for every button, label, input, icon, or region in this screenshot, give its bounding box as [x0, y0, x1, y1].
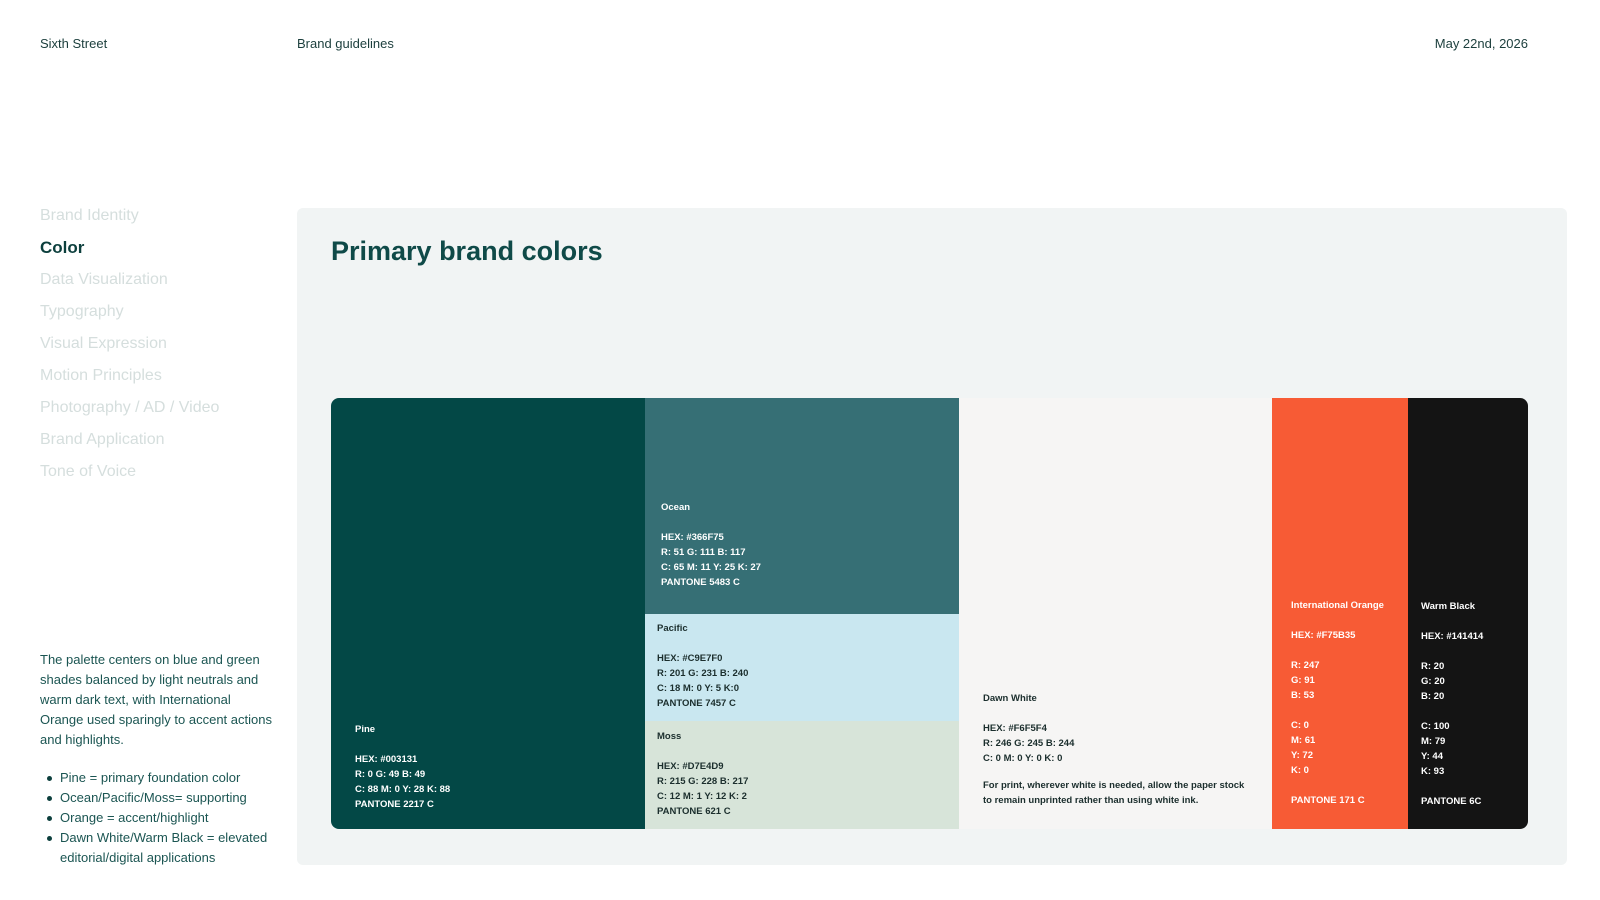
swatch-m: M: 79 [1421, 736, 1446, 747]
swatch-pantone: PANTONE 6C [1421, 796, 1482, 807]
list-item: Orange = accent/highlight [44, 808, 284, 828]
swatch-hex: HEX: #366F75 [661, 532, 724, 543]
nav-item-color[interactable]: Color [40, 232, 280, 264]
brand-name[interactable]: Sixth Street [40, 36, 107, 51]
swatch-ocean: Ocean HEX: #366F75 R: 51 G: 111 B: 117 C… [645, 398, 959, 614]
swatch-dawn-white-info: Dawn White HEX: #F6F5F4 R: 246 G: 245 B:… [983, 691, 1248, 808]
swatch-pine-info: Pine HEX: #003131 R: 0 G: 49 B: 49 C: 88… [355, 722, 450, 812]
list-item: Pine = primary foundation color [44, 768, 284, 788]
swatch-m: M: 61 [1291, 735, 1316, 746]
swatch-name: Moss [657, 731, 682, 742]
swatch-cmyk: C: 0 M: 0 Y: 0 K: 0 [983, 753, 1063, 764]
column-dawn-white: Dawn White HEX: #F6F5F4 R: 246 G: 245 B:… [959, 398, 1272, 829]
swatch-rgb: R: 201 G: 231 B: 240 [657, 668, 749, 679]
swatch-name: Ocean [661, 502, 691, 513]
swatch-hex: HEX: #003131 [355, 754, 418, 765]
swatch-pantone: PANTONE 7457 C [657, 698, 736, 709]
swatch-pantone: PANTONE 5483 C [661, 577, 740, 588]
swatch-y: Y: 44 [1421, 751, 1444, 762]
swatch-cmyk: C: 88 M: 0 Y: 28 K: 88 [355, 784, 451, 795]
swatch-pacific: Pacific HEX: #C9E7F0 R: 201 G: 231 B: 24… [645, 614, 959, 721]
swatch-warm-black-info: Warm Black HEX: #141414 R: 20 G: 20 B: 2… [1421, 599, 1483, 809]
swatch-y: Y: 72 [1291, 750, 1314, 761]
swatch-orange-info: International Orange HEX: #F75B35 R: 247… [1291, 598, 1384, 808]
swatch-name: Pacific [657, 623, 688, 634]
list-item: Ocean/Pacific/Moss= supporting [44, 788, 284, 808]
color-palette: Pine HEX: #003131 R: 0 G: 49 B: 49 C: 88… [331, 398, 1528, 829]
list-item: Dawn White/Warm Black = elevated editori… [44, 828, 284, 868]
swatch-k: K: 0 [1291, 765, 1309, 776]
swatch-hex: HEX: #F75B35 [1291, 630, 1356, 641]
swatch-c: C: 0 [1291, 720, 1309, 731]
column-pine: Pine HEX: #003131 R: 0 G: 49 B: 49 C: 88… [331, 398, 645, 829]
panel-title: Primary brand colors [331, 236, 603, 266]
swatch-hex: HEX: #141414 [1421, 631, 1484, 642]
palette-intro: The palette centers on blue and green sh… [40, 652, 272, 747]
nav-item-brand-identity[interactable]: Brand Identity [40, 200, 280, 232]
swatch-warm-black: Warm Black HEX: #141414 R: 20 G: 20 B: 2… [1408, 398, 1528, 829]
nav-item-photography[interactable]: Photography / AD / Video [40, 392, 280, 424]
nav-item-tone-of-voice[interactable]: Tone of Voice [40, 456, 280, 488]
swatch-ocean-info: Ocean HEX: #366F75 R: 51 G: 111 B: 117 C… [661, 500, 761, 590]
colors-panel: Primary brand colors Pine HEX: #003131 R… [297, 208, 1567, 865]
swatch-rgb: R: 246 G: 245 B: 244 [983, 738, 1075, 749]
swatch-pantone: PANTONE 171 C [1291, 795, 1365, 806]
nav-item-typography[interactable]: Typography [40, 296, 280, 328]
swatch-name: Dawn White [983, 693, 1037, 704]
palette-usage-list: Pine = primary foundation color Ocean/Pa… [44, 768, 284, 868]
column-supporting: Ocean HEX: #366F75 R: 51 G: 111 B: 117 C… [645, 398, 959, 829]
swatch-b: B: 53 [1291, 690, 1315, 701]
swatch-rgb: R: 51 G: 111 B: 117 [661, 547, 746, 558]
column-warm-black: Warm Black HEX: #141414 R: 20 G: 20 B: 2… [1408, 398, 1528, 829]
swatch-hex: HEX: #F6F5F4 [983, 723, 1047, 734]
swatch-international-orange: International Orange HEX: #F75B35 R: 247… [1272, 398, 1408, 829]
swatch-pantone: PANTONE 621 C [657, 806, 731, 817]
swatch-pacific-info: Pacific HEX: #C9E7F0 R: 201 G: 231 B: 24… [657, 621, 748, 711]
swatch-cmyk: C: 65 M: 11 Y: 25 K: 27 [661, 562, 761, 573]
swatch-b: B: 20 [1421, 691, 1445, 702]
swatch-g: G: 20 [1421, 676, 1445, 687]
swatch-g: G: 91 [1291, 675, 1315, 686]
swatch-rgb: R: 215 G: 228 B: 217 [657, 776, 749, 787]
nav-item-data-visualization[interactable]: Data Visualization [40, 264, 280, 296]
column-international-orange: International Orange HEX: #F75B35 R: 247… [1272, 398, 1408, 829]
swatch-r: R: 247 [1291, 660, 1320, 671]
sidebar-nav: Brand Identity Color Data Visualization … [40, 200, 280, 488]
swatch-hex: HEX: #D7E4D9 [657, 761, 724, 772]
print-note: For print, wherever white is needed, all… [983, 780, 1245, 806]
swatch-k: K: 93 [1421, 766, 1445, 777]
nav-item-brand-application[interactable]: Brand Application [40, 424, 280, 456]
swatch-name: Pine [355, 724, 376, 735]
nav-item-motion-principles[interactable]: Motion Principles [40, 360, 280, 392]
document-date: May 22nd, 2026 [1434, 36, 1528, 51]
nav-item-visual-expression[interactable]: Visual Expression [40, 328, 280, 360]
swatch-moss-info: Moss HEX: #D7E4D9 R: 215 G: 228 B: 217 C… [657, 729, 748, 819]
swatch-c: C: 100 [1421, 721, 1450, 732]
swatch-cmyk: C: 18 M: 0 Y: 5 K:0 [657, 683, 740, 694]
swatch-name: International Orange [1291, 600, 1384, 611]
document-title: Brand guidelines [297, 36, 394, 51]
swatch-r: R: 20 [1421, 661, 1445, 672]
swatch-pantone: PANTONE 2217 C [355, 799, 434, 810]
swatch-moss: Moss HEX: #D7E4D9 R: 215 G: 228 B: 217 C… [645, 721, 959, 829]
swatch-pine: Pine HEX: #003131 R: 0 G: 49 B: 49 C: 88… [331, 398, 645, 829]
swatch-cmyk: C: 12 M: 1 Y: 12 K: 2 [657, 791, 747, 802]
swatch-rgb: R: 0 G: 49 B: 49 [355, 769, 426, 780]
swatch-dawn-white: Dawn White HEX: #F6F5F4 R: 246 G: 245 B:… [959, 398, 1272, 829]
swatch-hex: HEX: #C9E7F0 [657, 653, 723, 664]
top-bar: Sixth Street Brand guidelines May 22nd, … [40, 36, 1528, 56]
swatch-name: Warm Black [1421, 601, 1476, 612]
